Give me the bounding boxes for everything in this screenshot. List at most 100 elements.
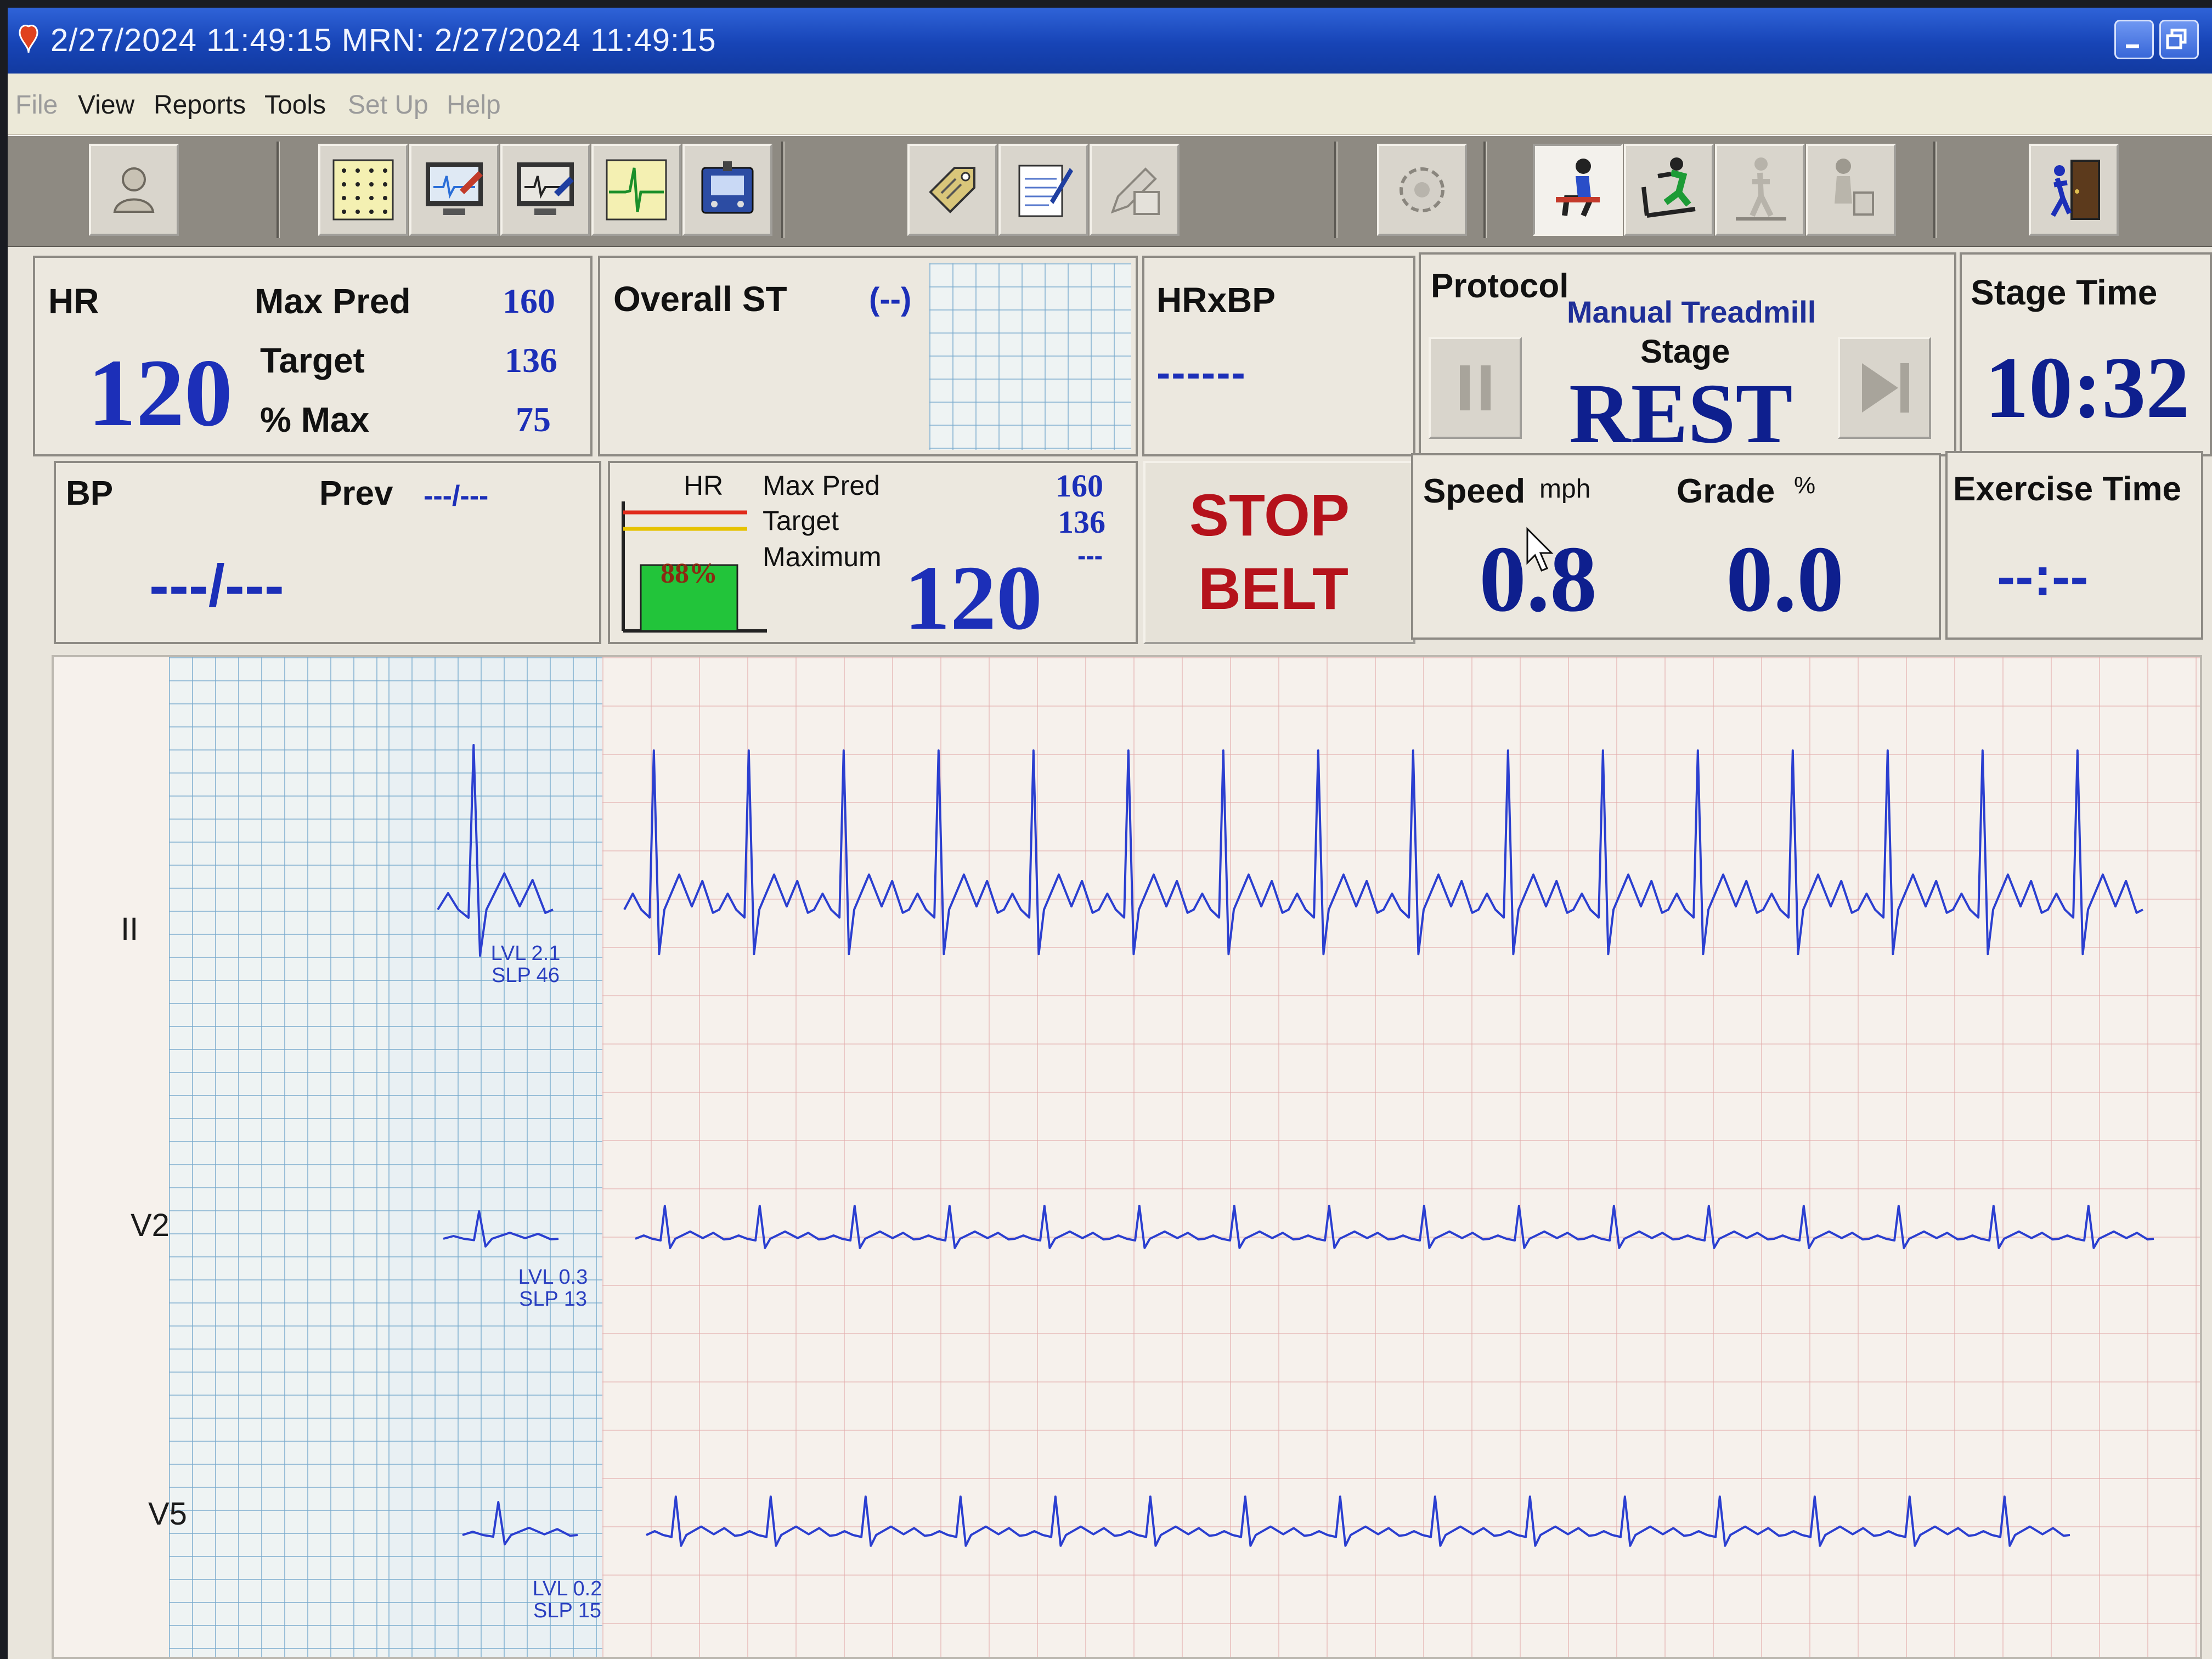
st-trend-grid [929,263,1131,450]
bp-value: ---/--- [149,552,284,618]
settings-gear-icon [1400,167,1444,212]
exercise-time-value: --:-- [1997,546,2089,607]
hr-gauge-panel: HR 88% Max Pred 160 Target 136 Maximum -… [608,461,1138,649]
pause-icon [1460,365,1491,410]
lead-v5-average-complex [462,1501,578,1545]
hrxbp-panel: HRxBP ------ [1142,256,1415,456]
gauge-current-hr: 120 [904,547,1042,649]
patient-button[interactable] [89,144,179,236]
grade-value: 0.0 [1726,527,1844,631]
lead-v2-average-complex [443,1210,559,1248]
hr-label: HR [48,281,99,321]
lead-ii-rhythm-trace [623,749,2143,956]
hrxbp-value: ------ [1156,349,1246,396]
lead-label-v5: V5 [148,1496,187,1532]
settings-button[interactable] [1377,144,1467,236]
exercise-time-label: Exercise Time [1953,470,2181,508]
grid-button[interactable] [318,144,408,236]
gauge-maximum-value: --- [1077,541,1103,570]
lead-v5-level: LVL 0.2 [532,1577,602,1600]
toolbar-separator [1483,142,1487,238]
tag-button[interactable] [907,144,997,236]
ecg-trace-button[interactable] [591,144,681,236]
overall-st-panel: Overall ST (--) [598,256,1138,456]
lead-label-v2: V2 [131,1207,170,1243]
menu-reports[interactable]: Reports [154,90,246,120]
lead-ii-measurements: LVL 2.1 SLP 46 [487,943,564,986]
menu-file[interactable]: File [15,90,58,120]
lead-label-ii: II [121,911,139,947]
rest-phase-button[interactable] [1533,144,1623,236]
exit-button[interactable] [2029,144,2119,236]
bp-panel: BP Prev ---/--- ---/--- [54,461,601,644]
gauge-hr-label: HR [684,470,724,501]
menu-help[interactable]: Help [447,90,501,120]
gauge-max-pred-value: 160 [1056,468,1103,504]
grid-icon [332,159,394,221]
application-window: 2/27/2024 11:49:15 MRN: 2/27/2024 11:49:… [8,8,2212,1659]
restore-button[interactable] [2159,20,2199,59]
lead-v2-rhythm-trace [635,1205,2154,1249]
stage-time-panel: Stage Time 10:32 [1960,252,2212,456]
lead-v2-level: LVL 0.3 [518,1266,588,1289]
stop-belt-button[interactable]: STOP BELT [1143,461,1415,644]
lead-v5-measurements: LVL 0.2 SLP 15 [529,1578,606,1622]
target-label: Target [260,341,365,380]
bp-prev-label: Prev [319,475,393,512]
restore-icon [2166,29,2187,49]
notepad-button[interactable] [998,144,1088,236]
pen-icon [1110,167,1160,215]
notepad-icon [1018,165,1073,217]
bp-prev-value: ---/--- [424,480,489,512]
speed-grade-panel: Speed mph Grade % 0.8 0.0 [1411,453,1941,640]
pen-button[interactable] [1090,144,1180,236]
title-bar: 2/27/2024 11:49:15 MRN: 2/27/2024 11:49:… [8,8,2212,74]
toolbar-separator [781,142,785,238]
toolbar-separator [1933,142,1937,238]
pct-max-value: 75 [516,400,551,439]
monitor-review-button[interactable] [500,144,590,236]
menu-bar: File View Reports Tools Set Up Help [8,74,2212,135]
mouse-cursor-icon [1526,527,1554,572]
toolbar [8,135,2212,247]
lead-ii-average-complex [437,744,554,957]
minimize-button[interactable] [2114,20,2154,59]
menu-tools[interactable]: Tools [264,90,326,120]
gauge-target-value: 136 [1058,504,1105,540]
gauge-percent-text: 88% [661,558,718,589]
skip-forward-icon [1862,363,1909,413]
hr-value: 120 [88,340,233,447]
monitor-edit-button[interactable] [409,144,499,236]
hr-panel: HR 120 Max Pred 160 Target 136 % Max 75 [33,256,592,456]
menu-view[interactable]: View [78,90,134,120]
seated-patient-icon [1556,159,1600,217]
bp-label: BP [66,475,114,512]
recovery-button[interactable] [1806,144,1896,236]
grade-unit: % [1794,472,1816,499]
max-pred-label: Max Pred [255,281,411,321]
lead-v2-slope: SLP 13 [519,1288,587,1311]
pause-button[interactable] [1429,337,1522,439]
target-value: 136 [505,341,557,380]
ecg-trace-icon [606,159,667,221]
stage-time-label: Stage Time [1971,273,2158,312]
exercise-phase-button[interactable] [1624,144,1714,236]
app-heart-icon [19,25,38,53]
lead-ii-slope: SLP 46 [492,964,560,987]
toolbar-separator [1334,142,1338,238]
exit-door-icon [2051,160,2100,220]
recovery-walk-button[interactable] [1715,144,1805,236]
lead-v5-rhythm-trace [646,1496,2070,1547]
menu-setup[interactable]: Set Up [348,90,428,120]
gauge-max-pred-label: Max Pred [763,470,880,501]
stop-belt-line1: STOP [1189,482,1350,548]
protocol-name: Manual Treadmill [1567,295,1816,329]
device-button[interactable] [682,144,772,236]
monitor-review-icon [517,162,574,215]
overall-st-label: Overall ST [613,279,787,319]
lead-v5-slope: SLP 15 [533,1599,601,1622]
toolbar-separator [276,142,280,238]
next-stage-button[interactable] [1838,337,1931,439]
treadmill-runner-icon [1641,157,1696,218]
overall-st-value: (--) [869,281,912,317]
